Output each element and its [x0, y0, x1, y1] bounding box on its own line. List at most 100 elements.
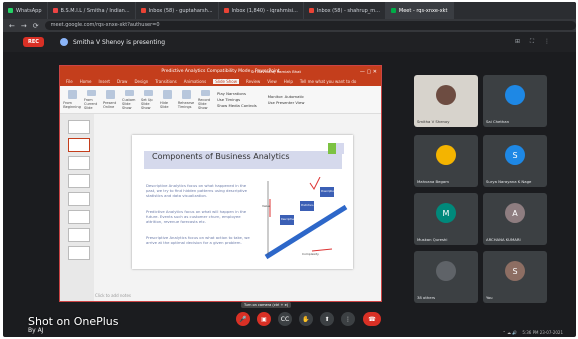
ribbon-checks: Play Narrations Use Timings Show Media Con… — [217, 91, 257, 109]
participant-avatar — [505, 85, 525, 105]
red-tick-mark — [309, 177, 321, 190]
leave-call-icon[interactable]: ☎ — [363, 312, 381, 326]
thumbnail-slide-6[interactable] — [68, 210, 90, 224]
participant-tile[interactable]: 38 others — [414, 251, 478, 303]
tab-label: Meet - rqs-xnxe-xkt — [398, 7, 448, 14]
bullet-prescriptive: Prescriptive Analytics focus on what act… — [146, 235, 250, 245]
ribbon-button[interactable]: From Beginning — [63, 89, 81, 110]
raise-hand-icon[interactable]: ✋ — [299, 312, 313, 326]
forward-icon[interactable]: → — [21, 22, 27, 30]
ppt-menu-file[interactable]: File — [66, 79, 73, 84]
tab-favicon-icon — [308, 8, 314, 13]
ribbon-checkbox[interactable]: Show Media Controls — [217, 103, 257, 109]
browser-tab[interactable]: B.S.M.I.L / Smitha / Indian... — [48, 2, 136, 19]
ppt-menu-home[interactable]: Home — [80, 79, 92, 84]
reload-icon[interactable]: ⟳ — [33, 22, 39, 30]
ribbon-button[interactable]: From Current Slide — [84, 89, 98, 110]
participant-avatar — [436, 85, 456, 105]
ribbon-button-icon — [86, 89, 96, 96]
bullet-predictive: Predictive Analytics focus on what will … — [146, 209, 247, 224]
ppt-menu-insert[interactable]: Insert — [99, 79, 110, 84]
thumbnail-slide-2[interactable] — [68, 138, 90, 152]
notes-hint[interactable]: Click to add notes — [95, 293, 131, 298]
ribbon-button-label: Custom Slide Show — [122, 97, 136, 110]
ribbon-button[interactable]: Record Slide Show — [198, 89, 212, 110]
participant-avatar — [436, 261, 456, 281]
ribbon-button-label: From Beginning — [63, 100, 81, 109]
ribbon-button-icon — [200, 89, 210, 96]
captions-icon[interactable]: CC — [278, 312, 292, 326]
ribbon-button[interactable]: Present Online — [103, 89, 117, 110]
browser-tab[interactable]: Inbox (1,840) - iqrahmisi... — [219, 2, 304, 19]
ppt-menu-review[interactable]: Review — [246, 79, 260, 84]
ribbon-button[interactable]: Set Up Slide Show — [141, 89, 155, 110]
ppt-menu-design[interactable]: Design — [134, 79, 148, 84]
window-controls-icon[interactable]: — ▢ ✕ — [360, 69, 377, 75]
ppt-menu-draw[interactable]: Draw — [117, 79, 127, 84]
slide-thumbnails — [60, 114, 94, 301]
camera-off-icon[interactable]: ▣ — [257, 312, 271, 326]
more-options-icon[interactable]: ⋮ — [341, 312, 355, 326]
ribbon-button-label: From Current Slide — [84, 97, 98, 110]
participant-tile[interactable]: A ARCHANA KUMARI — [483, 193, 547, 245]
participant-tile[interactable]: S You — [483, 251, 547, 303]
participant-tile[interactable]: S Surya Narayana K Nage — [483, 135, 547, 187]
participant-name: 38 others — [417, 295, 436, 300]
ribbon-button-icon — [162, 89, 172, 99]
graph-label-3: Prescriptive Analytics — [321, 190, 347, 193]
ribbon-button[interactable]: Hide Slide — [160, 89, 174, 110]
ppt-menu-animations[interactable]: Animations — [184, 79, 206, 84]
watermark-author: By AJ — [28, 327, 44, 334]
mic-off-icon[interactable]: 🎤 — [236, 312, 250, 326]
participant-tile[interactable]: Sai Chethan — [483, 75, 547, 127]
lilac-square — [336, 143, 344, 154]
participant-tile[interactable]: Smitha V Shenoy — [414, 75, 478, 127]
ribbon-buttons: From Beginning From Current Slide Present … — [63, 89, 212, 110]
url-field[interactable]: meet.google.com/rqs-xnxe-xkt?authuser=0 — [44, 21, 576, 30]
ppt-menu-bar: File Home Insert Draw Design Transitions Anima… — [60, 77, 381, 86]
ppt-menu-help[interactable]: Help — [284, 79, 293, 84]
participant-name: You — [486, 295, 493, 300]
browser-tab[interactable]: WhatsApp — [3, 2, 48, 19]
tab-label: Inbox (1,840) - iqrahmisi... — [231, 7, 298, 14]
thumbnail-slide-7[interactable] — [68, 228, 90, 242]
ppt-search-hint[interactable]: Tell me what you want to do — [300, 79, 356, 84]
ribbon-button-label: Hide Slide — [160, 100, 169, 109]
y-axis-label: Value — [262, 204, 270, 208]
presenter-view-check[interactable]: Use Presenter View — [268, 100, 305, 106]
tab-label: B.S.M.I.L / Smitha / Indian... — [60, 7, 130, 14]
participant-avatar: M — [436, 203, 456, 223]
thumbnail-slide-8[interactable] — [68, 246, 90, 260]
tab-favicon-icon — [8, 8, 13, 13]
browser-tab[interactable]: Inbox (58) - guptaharsh... — [136, 2, 219, 19]
participant-name: Surya Narayana K Nage — [486, 179, 532, 184]
browser-tab[interactable]: Inbox (58) - shahrup_m... — [304, 2, 386, 19]
thumbnail-slide-4[interactable] — [68, 174, 90, 188]
presenting-banner: Smitha V Shenoy is presenting — [59, 38, 166, 46]
ppt-menu-slide-show[interactable]: Slide Show — [213, 79, 240, 84]
participant-avatar: S — [505, 145, 525, 165]
ribbon-button[interactable]: Custom Slide Show — [122, 89, 136, 110]
ppt-menu-view[interactable]: View — [267, 79, 277, 84]
slide-title: Components of Business Analytics — [152, 152, 290, 161]
ribbon-button[interactable]: Rehearse Timings — [177, 89, 195, 110]
present-icon[interactable]: ⬆ — [320, 312, 334, 326]
ppt-menu-transitions[interactable]: Transitions — [155, 79, 176, 84]
presenting-text: Smitha V Shenoy is presenting — [72, 38, 166, 46]
ppt-user: Sri Govindraj Ramiah Bhat — [250, 69, 301, 74]
thumbnail-slide-5[interactable] — [68, 192, 90, 206]
back-icon[interactable]: ← — [9, 22, 15, 30]
thumbnail-slide-1[interactable] — [68, 120, 90, 134]
current-slide[interactable]: Components of Business Analytics Descrip… — [132, 135, 353, 269]
tab-label: Inbox (58) - guptaharsh... — [148, 7, 213, 14]
meet-top-bar: REC Smitha V Shenoy is presenting ⊞ ⛶ ⋮ — [3, 32, 576, 52]
browser-tab-bar: WhatsApp B.S.M.I.L / Smitha / Indian... In… — [3, 2, 576, 19]
participant-tile[interactable]: M Muskan Qureshi — [414, 193, 478, 245]
thumbnail-slide-3[interactable] — [68, 156, 90, 170]
tab-favicon-icon — [52, 8, 58, 13]
ribbon-button-label: Record Slide Show — [198, 97, 211, 110]
ribbon-button-label: Rehearse Timings — [177, 100, 195, 109]
participant-tile[interactable]: Mahvana Begam — [414, 135, 478, 187]
layout-icons[interactable]: ⊞ ⛶ ⋮ — [515, 38, 554, 46]
browser-tab[interactable]: Meet - rqs-xnxe-xkt — [385, 2, 454, 19]
